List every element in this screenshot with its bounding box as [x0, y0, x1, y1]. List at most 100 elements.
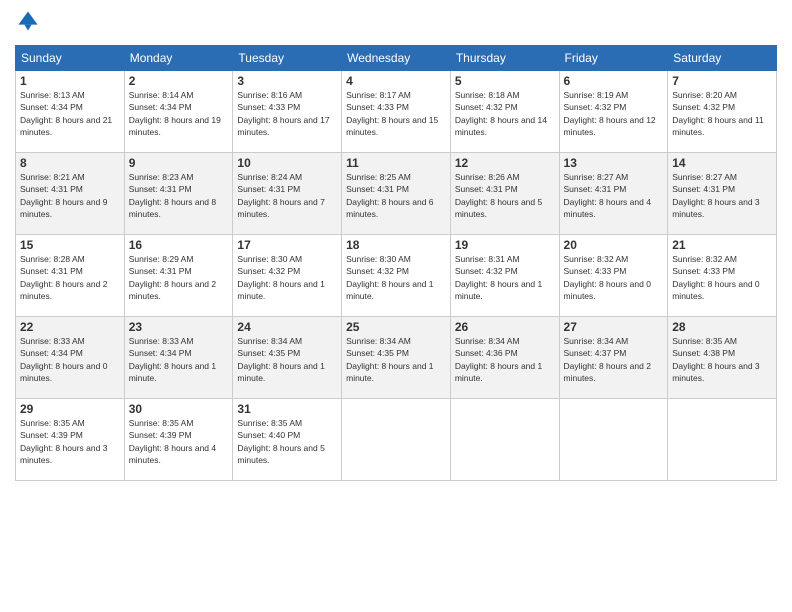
calendar-day-cell: 2Sunrise: 8:14 AMSunset: 4:34 PMDaylight…	[124, 71, 233, 153]
calendar: SundayMondayTuesdayWednesdayThursdayFrid…	[15, 45, 777, 481]
day-detail: Sunrise: 8:26 AMSunset: 4:31 PMDaylight:…	[455, 171, 555, 220]
day-detail: Sunrise: 8:18 AMSunset: 4:32 PMDaylight:…	[455, 89, 555, 138]
day-number: 8	[20, 156, 120, 170]
day-number: 10	[237, 156, 337, 170]
day-number: 28	[672, 320, 772, 334]
calendar-day-cell: 23Sunrise: 8:33 AMSunset: 4:34 PMDayligh…	[124, 317, 233, 399]
calendar-week-row: 29Sunrise: 8:35 AMSunset: 4:39 PMDayligh…	[16, 399, 777, 481]
day-number: 9	[129, 156, 229, 170]
day-detail: Sunrise: 8:34 AMSunset: 4:35 PMDaylight:…	[237, 335, 337, 384]
calendar-day-header: Thursday	[450, 46, 559, 71]
day-detail: Sunrise: 8:24 AMSunset: 4:31 PMDaylight:…	[237, 171, 337, 220]
calendar-day-cell: 18Sunrise: 8:30 AMSunset: 4:32 PMDayligh…	[342, 235, 451, 317]
calendar-day-cell: 16Sunrise: 8:29 AMSunset: 4:31 PMDayligh…	[124, 235, 233, 317]
day-detail: Sunrise: 8:25 AMSunset: 4:31 PMDaylight:…	[346, 171, 446, 220]
day-detail: Sunrise: 8:35 AMSunset: 4:39 PMDaylight:…	[20, 417, 120, 466]
calendar-day-cell: 20Sunrise: 8:32 AMSunset: 4:33 PMDayligh…	[559, 235, 668, 317]
day-detail: Sunrise: 8:27 AMSunset: 4:31 PMDaylight:…	[564, 171, 664, 220]
header	[15, 10, 777, 37]
day-number: 20	[564, 238, 664, 252]
day-detail: Sunrise: 8:20 AMSunset: 4:32 PMDaylight:…	[672, 89, 772, 138]
calendar-day-cell: 21Sunrise: 8:32 AMSunset: 4:33 PMDayligh…	[668, 235, 777, 317]
calendar-day-cell	[668, 399, 777, 481]
day-number: 23	[129, 320, 229, 334]
day-number: 2	[129, 74, 229, 88]
calendar-week-row: 1Sunrise: 8:13 AMSunset: 4:34 PMDaylight…	[16, 71, 777, 153]
calendar-day-cell	[342, 399, 451, 481]
page-container: SundayMondayTuesdayWednesdayThursdayFrid…	[0, 0, 792, 486]
day-number: 30	[129, 402, 229, 416]
calendar-day-cell: 22Sunrise: 8:33 AMSunset: 4:34 PMDayligh…	[16, 317, 125, 399]
day-number: 3	[237, 74, 337, 88]
calendar-day-cell	[450, 399, 559, 481]
day-number: 13	[564, 156, 664, 170]
calendar-week-row: 15Sunrise: 8:28 AMSunset: 4:31 PMDayligh…	[16, 235, 777, 317]
day-number: 16	[129, 238, 229, 252]
day-detail: Sunrise: 8:28 AMSunset: 4:31 PMDaylight:…	[20, 253, 120, 302]
calendar-day-cell: 4Sunrise: 8:17 AMSunset: 4:33 PMDaylight…	[342, 71, 451, 153]
calendar-day-cell: 25Sunrise: 8:34 AMSunset: 4:35 PMDayligh…	[342, 317, 451, 399]
day-number: 19	[455, 238, 555, 252]
calendar-day-cell: 28Sunrise: 8:35 AMSunset: 4:38 PMDayligh…	[668, 317, 777, 399]
day-detail: Sunrise: 8:17 AMSunset: 4:33 PMDaylight:…	[346, 89, 446, 138]
calendar-day-cell: 17Sunrise: 8:30 AMSunset: 4:32 PMDayligh…	[233, 235, 342, 317]
calendar-week-row: 8Sunrise: 8:21 AMSunset: 4:31 PMDaylight…	[16, 153, 777, 235]
calendar-day-cell: 24Sunrise: 8:34 AMSunset: 4:35 PMDayligh…	[233, 317, 342, 399]
calendar-day-cell: 5Sunrise: 8:18 AMSunset: 4:32 PMDaylight…	[450, 71, 559, 153]
day-number: 1	[20, 74, 120, 88]
day-number: 27	[564, 320, 664, 334]
day-number: 29	[20, 402, 120, 416]
calendar-day-header: Friday	[559, 46, 668, 71]
calendar-header-row: SundayMondayTuesdayWednesdayThursdayFrid…	[16, 46, 777, 71]
logo	[15, 10, 39, 37]
day-number: 5	[455, 74, 555, 88]
day-number: 17	[237, 238, 337, 252]
day-detail: Sunrise: 8:27 AMSunset: 4:31 PMDaylight:…	[672, 171, 772, 220]
day-detail: Sunrise: 8:30 AMSunset: 4:32 PMDaylight:…	[346, 253, 446, 302]
day-number: 11	[346, 156, 446, 170]
calendar-day-header: Monday	[124, 46, 233, 71]
day-detail: Sunrise: 8:23 AMSunset: 4:31 PMDaylight:…	[129, 171, 229, 220]
calendar-day-cell: 8Sunrise: 8:21 AMSunset: 4:31 PMDaylight…	[16, 153, 125, 235]
calendar-day-cell	[559, 399, 668, 481]
day-number: 24	[237, 320, 337, 334]
day-detail: Sunrise: 8:19 AMSunset: 4:32 PMDaylight:…	[564, 89, 664, 138]
calendar-day-cell: 26Sunrise: 8:34 AMSunset: 4:36 PMDayligh…	[450, 317, 559, 399]
calendar-day-cell: 1Sunrise: 8:13 AMSunset: 4:34 PMDaylight…	[16, 71, 125, 153]
day-detail: Sunrise: 8:34 AMSunset: 4:36 PMDaylight:…	[455, 335, 555, 384]
day-number: 22	[20, 320, 120, 334]
calendar-day-header: Saturday	[668, 46, 777, 71]
calendar-day-header: Wednesday	[342, 46, 451, 71]
calendar-day-cell: 3Sunrise: 8:16 AMSunset: 4:33 PMDaylight…	[233, 71, 342, 153]
calendar-day-cell: 31Sunrise: 8:35 AMSunset: 4:40 PMDayligh…	[233, 399, 342, 481]
calendar-day-cell: 11Sunrise: 8:25 AMSunset: 4:31 PMDayligh…	[342, 153, 451, 235]
day-number: 25	[346, 320, 446, 334]
calendar-day-cell: 13Sunrise: 8:27 AMSunset: 4:31 PMDayligh…	[559, 153, 668, 235]
day-number: 15	[20, 238, 120, 252]
calendar-day-cell: 12Sunrise: 8:26 AMSunset: 4:31 PMDayligh…	[450, 153, 559, 235]
day-number: 31	[237, 402, 337, 416]
day-detail: Sunrise: 8:14 AMSunset: 4:34 PMDaylight:…	[129, 89, 229, 138]
day-detail: Sunrise: 8:32 AMSunset: 4:33 PMDaylight:…	[564, 253, 664, 302]
day-number: 18	[346, 238, 446, 252]
day-detail: Sunrise: 8:21 AMSunset: 4:31 PMDaylight:…	[20, 171, 120, 220]
calendar-day-cell: 15Sunrise: 8:28 AMSunset: 4:31 PMDayligh…	[16, 235, 125, 317]
logo-icon	[17, 10, 39, 32]
day-detail: Sunrise: 8:35 AMSunset: 4:39 PMDaylight:…	[129, 417, 229, 466]
day-detail: Sunrise: 8:33 AMSunset: 4:34 PMDaylight:…	[129, 335, 229, 384]
calendar-day-cell: 27Sunrise: 8:34 AMSunset: 4:37 PMDayligh…	[559, 317, 668, 399]
day-number: 21	[672, 238, 772, 252]
calendar-day-cell: 14Sunrise: 8:27 AMSunset: 4:31 PMDayligh…	[668, 153, 777, 235]
calendar-day-cell: 6Sunrise: 8:19 AMSunset: 4:32 PMDaylight…	[559, 71, 668, 153]
day-detail: Sunrise: 8:34 AMSunset: 4:37 PMDaylight:…	[564, 335, 664, 384]
day-detail: Sunrise: 8:29 AMSunset: 4:31 PMDaylight:…	[129, 253, 229, 302]
day-detail: Sunrise: 8:32 AMSunset: 4:33 PMDaylight:…	[672, 253, 772, 302]
calendar-day-cell: 7Sunrise: 8:20 AMSunset: 4:32 PMDaylight…	[668, 71, 777, 153]
day-detail: Sunrise: 8:30 AMSunset: 4:32 PMDaylight:…	[237, 253, 337, 302]
calendar-day-cell: 19Sunrise: 8:31 AMSunset: 4:32 PMDayligh…	[450, 235, 559, 317]
calendar-day-header: Sunday	[16, 46, 125, 71]
day-detail: Sunrise: 8:33 AMSunset: 4:34 PMDaylight:…	[20, 335, 120, 384]
day-number: 14	[672, 156, 772, 170]
day-number: 26	[455, 320, 555, 334]
calendar-day-header: Tuesday	[233, 46, 342, 71]
